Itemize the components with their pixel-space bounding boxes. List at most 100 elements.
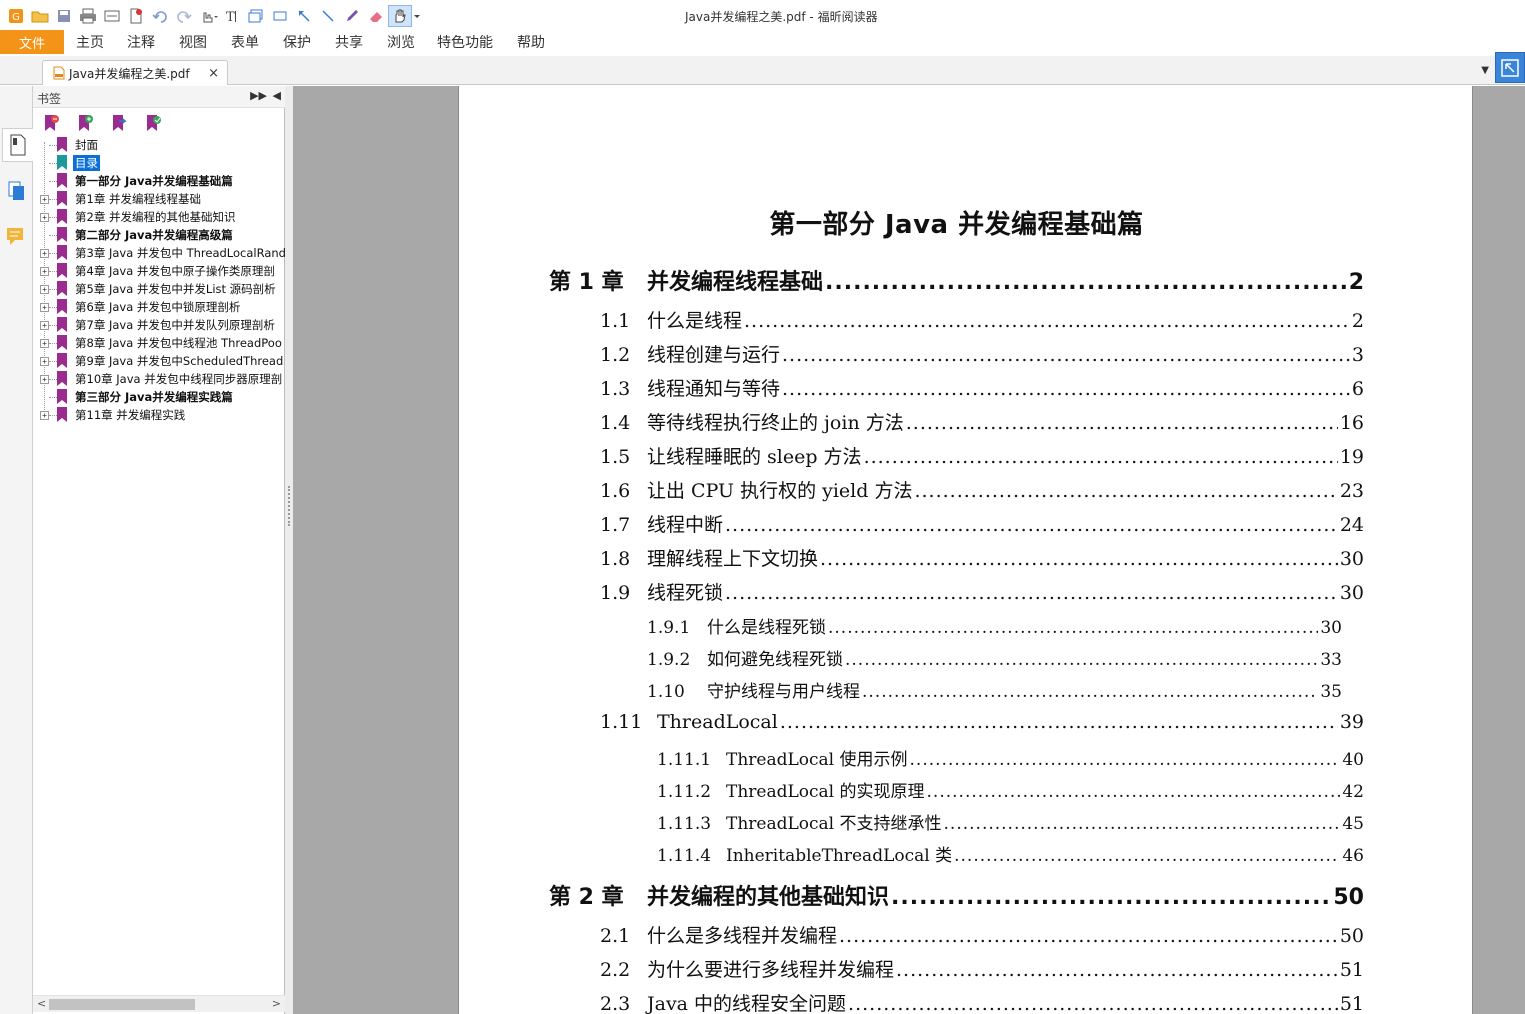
toc-entry[interactable]: 1.5 让线程睡眠的 sleep 方法 19 [600, 442, 1364, 469]
page-thumbnails-icon[interactable] [4, 174, 30, 208]
toc-number: 第 2 章 [549, 885, 624, 910]
menu-share[interactable]: 共享 [335, 32, 363, 52]
bookmark-item[interactable]: + 第7章 Java 并发包中并发队列原理剖析 [33, 316, 285, 334]
bookmark-label: 第2章 并发编程的其他基础知识 [75, 210, 236, 224]
bookmark-item[interactable]: 目录 [33, 154, 285, 172]
menu-comment[interactable]: 注释 [127, 32, 155, 52]
tab-list-dropdown-icon[interactable]: ▼ [1481, 65, 1489, 76]
ribbon-menu-bar: 文件 主页 注释 视图 表单 保护 共享 浏览 特色功能 帮助 [0, 30, 1525, 56]
toc-entry[interactable]: 2.1 什么是多线程并发编程 50 [600, 921, 1364, 948]
expand-bookmark-icon[interactable]: + [40, 285, 49, 294]
expand-bookmark-icon[interactable]: + [40, 303, 49, 312]
menu-file[interactable]: 文件 [0, 30, 64, 54]
toc-entry[interactable]: 1.2 线程创建与运行 3 [600, 340, 1364, 367]
expand-bookmark-icon[interactable]: + [40, 195, 49, 204]
toc-entry[interactable]: 1.7 线程中断 24 [600, 510, 1364, 537]
toc-page-number: 23 [1339, 480, 1364, 502]
toc-entry[interactable]: 1.11.1 ThreadLocal 使用示例 40 [657, 745, 1364, 770]
toc-entry[interactable]: 1.1 什么是线程 2 [600, 306, 1364, 333]
bookmark-item[interactable]: + 第10章 Java 并发包中线程同步器原理剖 [33, 370, 285, 388]
toc-entry[interactable]: 2.2 为什么要进行多线程并发编程 51 [600, 955, 1364, 982]
toc-entry[interactable]: 1.10 守护线程与用户线程 35 [647, 677, 1342, 702]
menu-form[interactable]: 表单 [231, 32, 259, 52]
bookmark-item[interactable]: 封面 [33, 136, 285, 154]
toc-entry[interactable]: 1.11.4 InheritableThreadLocal 类 46 [657, 841, 1364, 866]
panel-splitter[interactable] [285, 86, 293, 1014]
toc-number: 1.6 [600, 480, 631, 502]
document-viewport[interactable]: 第一部分 Java 并发编程基础篇 第 1 章并发编程线程基础 2 1.1 什么是线程… [293, 86, 1525, 1014]
toc-page-number: 35 [1320, 682, 1342, 702]
expand-bookmark-icon[interactable]: + [40, 321, 49, 330]
toc-page-number: 2 [1348, 270, 1364, 295]
find-bookmark-icon[interactable] [143, 113, 163, 133]
toc-entry[interactable]: 第 2 章并发编程的其他基础知识 50 [549, 879, 1364, 911]
expand-bookmark-icon[interactable]: + [40, 249, 49, 258]
bookmark-item[interactable]: + 第3章 Java 并发包中 ThreadLocalRando [33, 244, 285, 262]
toc-entry[interactable]: 1.6 让出 CPU 执行权的 yield 方法 23 [600, 476, 1364, 503]
menu-help[interactable]: 帮助 [517, 32, 545, 52]
expand-panel-icon[interactable]: ▶▶ [250, 89, 267, 102]
toc-entry[interactable]: 1.9 线程死锁 30 [600, 578, 1364, 605]
bookmark-panel: 书签 ▶▶ ◀ 封面 目录 第一部分 Java并发编程基础篇 + 第1章 并发编程线程基… [33, 86, 285, 1014]
menu-features[interactable]: 特色功能 [437, 32, 493, 52]
bookmark-flag-icon [57, 353, 67, 368]
toc-leader-dots [845, 650, 1318, 670]
expand-bookmark-icon[interactable]: + [40, 357, 49, 366]
expand-bookmark-icon[interactable]: + [40, 213, 49, 222]
toc-number: 1.3 [600, 378, 631, 400]
bookmark-item[interactable]: + 第6章 Java 并发包中锁原理剖析 [33, 298, 285, 316]
scroll-left-icon[interactable]: < [37, 997, 46, 1010]
bookmark-item[interactable]: + 第4章 Java 并发包中原子操作类原理剖 [33, 262, 285, 280]
toc-entry[interactable]: 2.3 Java 中的线程安全问题 51 [600, 989, 1364, 1014]
toc-leader-dots [896, 959, 1338, 981]
expand-bookmark-icon[interactable]: + [40, 267, 49, 276]
bookmark-item[interactable]: 第三部分 Java并发编程实践篇 [33, 388, 285, 406]
window-title: Java并发编程之美.pdf - 福昕阅读器 [685, 10, 878, 24]
bookmark-label: 第9章 Java 并发包中ScheduledThread [75, 354, 284, 368]
collapse-panel-icon[interactable]: ◀ [273, 89, 281, 102]
delete-bookmark-icon[interactable] [41, 113, 61, 133]
goto-bookmark-icon[interactable] [109, 113, 129, 133]
expand-bookmark-icon[interactable]: + [40, 375, 49, 384]
comments-panel-icon[interactable] [4, 220, 30, 254]
bookmark-item[interactable]: + 第9章 Java 并发包中ScheduledThread [33, 352, 285, 370]
bookmark-label: 第三部分 Java并发编程实践篇 [75, 390, 233, 404]
toc-entry[interactable]: 第 1 章并发编程线程基础 2 [549, 264, 1364, 296]
toc-page-number: 45 [1342, 814, 1364, 834]
toc-page-number: 24 [1339, 514, 1364, 536]
toc-entry[interactable]: 1.4 等待线程执行终止的 join 方法 16 [600, 408, 1364, 435]
expand-bookmark-icon[interactable]: + [40, 411, 49, 420]
toc-entry[interactable]: 1.11.2 ThreadLocal 的实现原理 42 [657, 777, 1364, 802]
bookmark-flag-icon [57, 407, 67, 422]
menu-browse[interactable]: 浏览 [387, 32, 415, 52]
toc-entry[interactable]: 1.11.3 ThreadLocal 不支持继承性 45 [657, 809, 1364, 834]
toc-entry[interactable]: 1.9.1 什么是线程死锁 30 [647, 613, 1342, 638]
scroll-right-icon[interactable]: > [272, 997, 281, 1010]
document-tab[interactable]: Java并发编程之美.pdf × [42, 60, 228, 85]
bookmark-item[interactable]: + 第1章 并发编程线程基础 [33, 190, 285, 208]
close-tab-icon[interactable]: × [208, 66, 219, 81]
bookmark-horizontal-scrollbar[interactable]: < > [33, 995, 285, 1012]
toc-entry[interactable]: 1.11 ThreadLocal 39 [600, 711, 1364, 733]
bookmark-item[interactable]: 第一部分 Java并发编程基础篇 [33, 172, 285, 190]
toc-entry[interactable]: 1.9.2 如何避免线程死锁 33 [647, 645, 1342, 670]
restore-view-icon[interactable] [1495, 52, 1525, 83]
bookmark-panel-icon[interactable] [2, 128, 33, 162]
menu-protect[interactable]: 保护 [283, 32, 311, 52]
expand-bookmark-icon[interactable]: + [40, 339, 49, 348]
toc-title: 什么是多线程并发编程 [647, 925, 838, 947]
bookmark-item[interactable]: + 第8章 Java 并发包中线程池 ThreadPoo [33, 334, 285, 352]
bookmark-item[interactable]: + 第2章 并发编程的其他基础知识 [33, 208, 285, 226]
toc-page-number: 30 [1320, 618, 1342, 638]
toc-entry[interactable]: 1.3 线程通知与等待 6 [600, 374, 1364, 401]
bookmark-panel-title: 书签 [37, 92, 62, 106]
bookmark-item[interactable]: + 第11章 并发编程实践 [33, 406, 285, 424]
bookmark-flag-icon [57, 173, 67, 188]
bookmark-item[interactable]: + 第5章 Java 并发包中并发List 源码剖析 [33, 280, 285, 298]
bookmark-item[interactable]: 第二部分 Java并发编程高级篇 [33, 226, 285, 244]
scrollbar-thumb[interactable] [49, 999, 195, 1010]
menu-view[interactable]: 视图 [179, 32, 207, 52]
add-bookmark-icon[interactable] [75, 113, 95, 133]
menu-home[interactable]: 主页 [76, 32, 104, 52]
toc-entry[interactable]: 1.8 理解线程上下文切换 30 [600, 544, 1364, 571]
